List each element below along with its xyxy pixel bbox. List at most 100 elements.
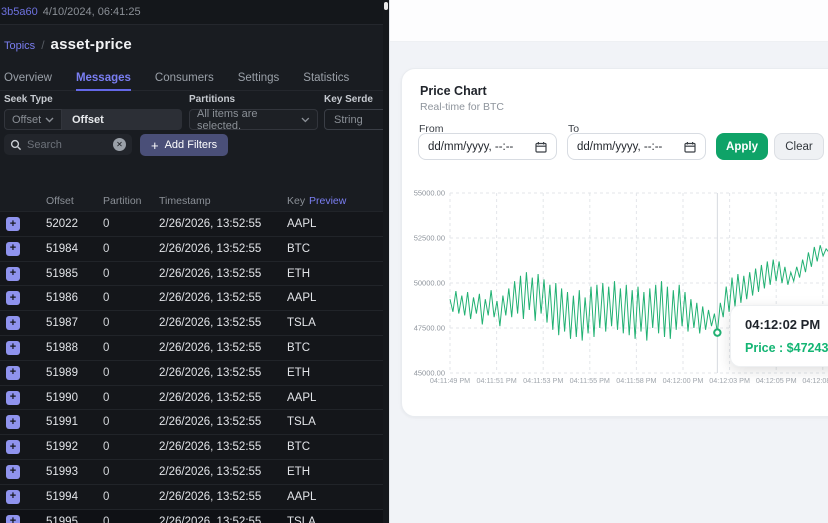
x-axis-label: 04:12:08 PM — [802, 376, 828, 385]
cell-partition: 0 — [103, 242, 110, 255]
tab-statistics[interactable]: Statistics — [303, 66, 349, 91]
key-serde-group: Key Serde String — [324, 94, 389, 130]
search-input[interactable]: Search ✕ — [4, 134, 132, 155]
table-row: +51990 0 2/26/2026, 13:52:55 AAPL — [0, 384, 389, 410]
cell-partition: 0 — [103, 317, 110, 330]
breadcrumb: Topics / asset-price — [4, 36, 132, 53]
topic-tabs: Overview Messages Consumers Settings Sta… — [0, 66, 389, 91]
cell-offset: 52022 — [46, 218, 78, 230]
expand-row-button[interactable]: + — [6, 464, 20, 479]
breadcrumb-topics-link[interactable]: Topics — [4, 40, 35, 52]
message-filters: Seek Type Offset Offset Partitions All i… — [0, 94, 389, 132]
cell-timestamp: 2/26/2026, 13:52:55 — [159, 465, 262, 478]
add-filters-button[interactable]: + Add Filters — [140, 134, 229, 156]
table-row: +51984 0 2/26/2026, 13:52:55 BTC — [0, 235, 389, 261]
tab-overview[interactable]: Overview — [4, 66, 52, 91]
clear-search-button[interactable]: ✕ — [113, 138, 126, 151]
chevron-down-icon — [45, 117, 54, 122]
cell-key: TSLA — [287, 317, 316, 330]
partitions-select[interactable]: All items are selected. — [189, 108, 318, 132]
x-axis-label: 04:12:00 PM — [663, 376, 704, 385]
cell-timestamp: 2/26/2026, 13:52:55 — [159, 267, 262, 280]
scrollbar-thumb[interactable] — [384, 2, 388, 10]
cell-key: ETH — [287, 267, 310, 280]
calendar-icon — [684, 141, 696, 153]
cell-offset: 51992 — [46, 441, 78, 454]
table-row: +51985 0 2/26/2026, 13:52:55 ETH — [0, 260, 389, 286]
seek-type-value: Offset — [12, 113, 42, 126]
seek-type-select[interactable]: Offset — [4, 109, 62, 130]
chevron-down-icon — [301, 117, 310, 122]
table-row: +51993 0 2/26/2026, 13:52:55 ETH — [0, 458, 389, 484]
x-axis-label: 04:12:05 PM — [756, 376, 797, 385]
cell-offset: 51994 — [46, 490, 78, 503]
cluster-id-link[interactable]: 3b5a60 — [1, 6, 38, 18]
tooltip-time: 04:12:02 PM — [745, 317, 821, 332]
cell-partition: 0 — [103, 341, 110, 354]
tab-settings[interactable]: Settings — [238, 66, 280, 91]
expand-row-button[interactable]: + — [6, 390, 20, 405]
chart-tooltip: 04:12:02 PM Price : $47243.19 — [730, 305, 828, 367]
header-timestamp: Timestamp — [159, 195, 211, 207]
preview-link[interactable]: Preview — [309, 195, 346, 207]
x-axis-label: 04:11:49 PM — [430, 376, 470, 385]
search-icon — [10, 139, 22, 150]
cell-partition: 0 — [103, 391, 110, 404]
cell-key: BTC — [287, 441, 310, 454]
tab-consumers[interactable]: Consumers — [155, 66, 214, 91]
table-row: +52022 0 2/26/2026, 13:52:55 AAPL — [0, 211, 389, 236]
cell-offset: 51989 — [46, 366, 78, 379]
plus-icon: + — [151, 137, 159, 153]
tooltip-price: Price : $47243.19 — [745, 341, 828, 355]
messages-table-header: Offset Partition Timestamp Key Preview — [0, 193, 389, 211]
cell-key: AAPL — [287, 218, 317, 230]
expand-row-button[interactable]: + — [6, 291, 20, 306]
clear-button[interactable]: Clear — [774, 133, 824, 160]
tab-messages[interactable]: Messages — [75, 66, 131, 91]
cell-timestamp: 2/26/2026, 13:52:55 — [159, 366, 262, 379]
table-row: +51991 0 2/26/2026, 13:52:55 TSLA — [0, 409, 389, 434]
table-row: +51988 0 2/26/2026, 13:52:55 BTC — [0, 334, 389, 360]
cell-key: AAPL — [287, 292, 317, 305]
price-chart-title: Price Chart — [420, 84, 487, 98]
partitions-group: Partitions All items are selected. — [189, 94, 318, 132]
cell-key: BTC — [287, 242, 310, 255]
cell-key: TSLA — [287, 515, 316, 523]
expand-row-button[interactable]: + — [6, 514, 20, 523]
expand-row-button[interactable]: + — [6, 340, 20, 355]
y-axis-label: 52500.00 — [414, 234, 445, 243]
expand-row-button[interactable]: + — [6, 365, 20, 380]
cell-key: ETH — [287, 366, 310, 379]
expand-row-button[interactable]: + — [6, 241, 20, 256]
cluster-topbar: 3b5a60 4/10/2024, 06:41:25 — [0, 0, 389, 25]
expand-row-button[interactable]: + — [6, 217, 20, 231]
to-datetime-input[interactable]: dd/mm/yyyy, --:-- — [567, 133, 706, 160]
from-datetime-input[interactable]: dd/mm/yyyy, --:-- — [418, 133, 557, 160]
messages-table-body: +52022 0 2/26/2026, 13:52:55 AAPL +51984 0 2/2… — [0, 211, 389, 523]
key-serde-label: Key Serde — [324, 94, 373, 105]
cell-offset: 51987 — [46, 317, 78, 330]
expand-row-button[interactable]: + — [6, 415, 20, 430]
search-placeholder: Search — [27, 138, 62, 151]
apply-button[interactable]: Apply — [716, 133, 768, 160]
cell-timestamp: 2/26/2026, 13:52:55 — [159, 391, 262, 404]
cluster-datetime: 4/10/2024, 06:41:25 — [42, 6, 141, 18]
expand-row-button[interactable]: + — [6, 489, 20, 504]
cell-partition: 0 — [103, 416, 110, 429]
key-serde-input[interactable]: String — [324, 109, 389, 130]
cell-partition: 0 — [103, 515, 110, 523]
expand-row-button[interactable]: + — [6, 316, 20, 331]
x-axis-label: 04:11:58 PM — [616, 376, 656, 385]
seek-type-label: Seek Type — [4, 94, 53, 105]
expand-row-button[interactable]: + — [6, 440, 20, 455]
page-title: asset-price — [50, 36, 132, 53]
cell-timestamp: 2/26/2026, 13:52:55 — [159, 490, 262, 503]
price-chart-page: Price Chart Real-time for BTC From dd/mm… — [389, 0, 828, 523]
to-datetime-placeholder: dd/mm/yyyy, --:-- — [577, 140, 663, 153]
expand-row-button[interactable]: + — [6, 266, 20, 281]
seek-offset-input[interactable]: Offset — [62, 109, 182, 130]
seek-type-group: Seek Type Offset Offset — [4, 94, 182, 130]
header-offset: Offset — [46, 195, 74, 207]
x-axis-label: 04:12:03 PM — [709, 376, 750, 385]
table-row: +51987 0 2/26/2026, 13:52:55 TSLA — [0, 310, 389, 335]
